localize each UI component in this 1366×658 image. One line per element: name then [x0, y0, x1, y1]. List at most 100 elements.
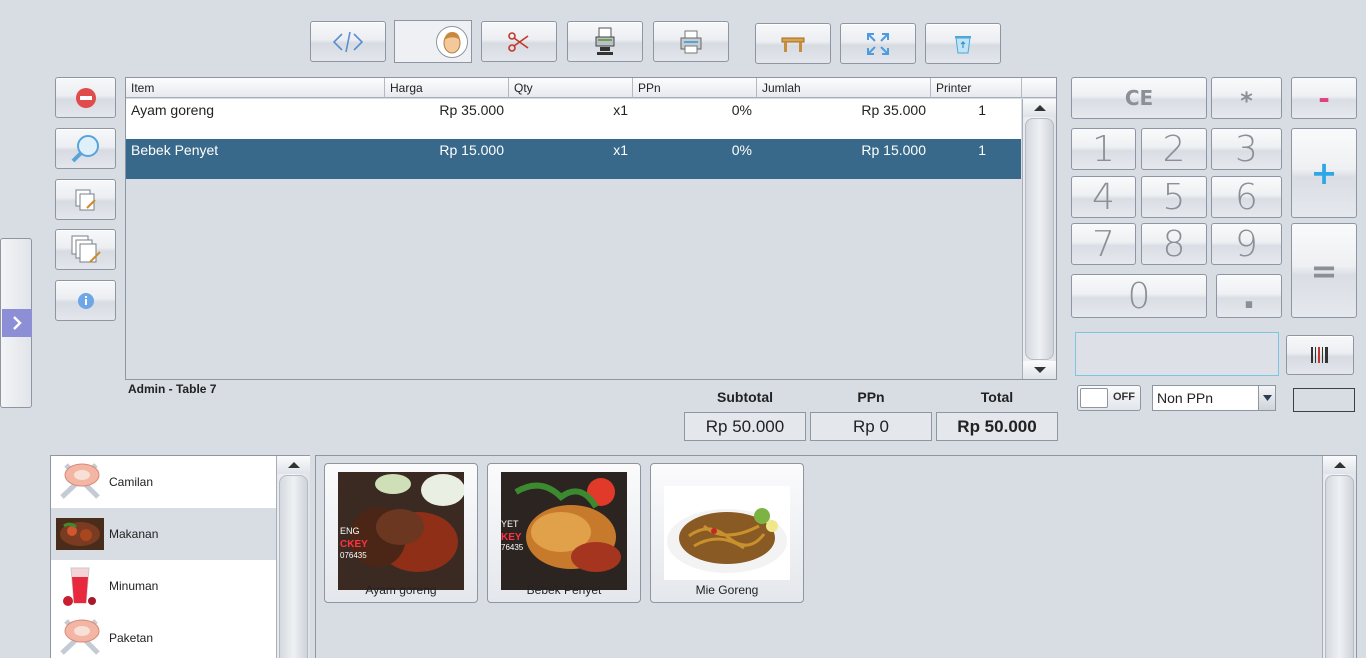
- edit-multiple-button[interactable]: [55, 229, 116, 270]
- edit-line-icon: [75, 189, 96, 210]
- code-button[interactable]: [310, 21, 386, 62]
- digit-2-button[interactable]: 2: [1141, 128, 1207, 170]
- category-label: Camilan: [109, 475, 154, 489]
- fullscreen-icon: [867, 32, 889, 55]
- category-item-paketan[interactable]: Paketan: [51, 612, 276, 658]
- drink-icon: [55, 563, 105, 609]
- table-row[interactable]: Ayam goreng Rp 35.000 x1 0% Rp 35.000 1: [126, 99, 1021, 139]
- scissors-icon: [508, 31, 529, 52]
- category-label: Makanan: [109, 527, 159, 541]
- svg-text:YET: YET: [501, 519, 519, 529]
- category-item-minuman[interactable]: Minuman: [51, 560, 276, 612]
- meat-icon: [55, 459, 105, 505]
- row-harga: Rp 35.000: [439, 102, 504, 118]
- category-label: Paketan: [109, 631, 154, 645]
- ticket-scrollbar[interactable]: [1022, 99, 1056, 379]
- scroll-up-icon[interactable]: [277, 456, 310, 474]
- ticket-empty-area: [126, 179, 1021, 379]
- tax-select[interactable]: Non PPn: [1152, 385, 1276, 411]
- row-item: Ayam goreng: [131, 102, 215, 118]
- tax-select-value: Non PPn: [1157, 390, 1214, 406]
- equals-button[interactable]: =: [1291, 223, 1357, 318]
- delete-line-button[interactable]: [55, 77, 116, 118]
- barcode-button[interactable]: [1286, 335, 1354, 375]
- recycle-bin-icon: [955, 35, 971, 53]
- minus-button[interactable]: -: [1291, 77, 1357, 119]
- meat-icon: [55, 615, 105, 658]
- category-item-camilan[interactable]: Camilan: [51, 456, 276, 508]
- total-value: Rp 50.000: [936, 412, 1058, 441]
- product-image: ENG CKEY 076435: [338, 472, 464, 590]
- customer-button[interactable]: [394, 20, 472, 63]
- fullscreen-button[interactable]: [840, 23, 916, 64]
- printer-button[interactable]: [653, 21, 729, 62]
- digit-8-button[interactable]: 8: [1141, 223, 1207, 265]
- chevron-right-icon: [2, 309, 32, 337]
- status-box: [1293, 388, 1355, 412]
- digit-1-button[interactable]: 1: [1071, 128, 1136, 170]
- digit-0-button[interactable]: 0: [1071, 274, 1207, 318]
- info-button[interactable]: [55, 280, 116, 321]
- info-icon: [77, 292, 94, 309]
- barcode-input[interactable]: [1075, 332, 1279, 376]
- svg-text:CKEY: CKEY: [340, 539, 368, 550]
- header-corner: [1021, 78, 1056, 98]
- category-scrollbar[interactable]: [276, 456, 310, 658]
- recycle-button[interactable]: [925, 23, 1001, 64]
- digit-3-button[interactable]: 3: [1211, 128, 1282, 170]
- col-item[interactable]: Item: [126, 78, 385, 98]
- dish-icon: [55, 511, 105, 557]
- table-row-selected[interactable]: Bebek Penyet Rp 15.000 x1 0% Rp 15.000 1: [126, 139, 1021, 179]
- decimal-button[interactable]: .: [1216, 274, 1282, 318]
- product-label: Bebek Penyet: [526, 583, 602, 597]
- scroll-thumb[interactable]: [1325, 475, 1354, 658]
- product-mie-goreng[interactable]: Mie Goreng: [650, 463, 804, 603]
- scroll-thumb[interactable]: [1025, 118, 1054, 360]
- col-qty[interactable]: Qty: [509, 78, 633, 98]
- scroll-down-icon[interactable]: [1023, 361, 1056, 379]
- svg-text:76435: 76435: [501, 543, 524, 552]
- row-printer: 1: [978, 102, 986, 118]
- table-button[interactable]: [755, 23, 831, 64]
- scroll-thumb[interactable]: [279, 475, 308, 658]
- row-item: Bebek Penyet: [131, 142, 219, 158]
- chevron-down-icon[interactable]: [1258, 386, 1275, 410]
- print-receipt-button[interactable]: [567, 21, 643, 62]
- product-bebek-penyet[interactable]: YET KEY 76435 Bebek Penyet: [487, 463, 641, 603]
- col-jumlah[interactable]: Jumlah: [757, 78, 931, 98]
- col-printer[interactable]: Printer: [931, 78, 1021, 98]
- ce-button[interactable]: CE: [1071, 77, 1207, 119]
- digit-4-button[interactable]: 4: [1071, 176, 1136, 218]
- category-item-makanan[interactable]: Makanan: [51, 508, 276, 560]
- ticket-table: Item Harga Qty PPn Jumlah Printer Ayam g…: [125, 77, 1057, 380]
- scroll-up-icon[interactable]: [1023, 99, 1056, 117]
- digit-7-button[interactable]: 7: [1071, 223, 1136, 265]
- side-panel-toggle[interactable]: [0, 238, 32, 408]
- col-ppn[interactable]: PPn: [633, 78, 757, 98]
- toggle-label: OFF: [1113, 391, 1135, 403]
- scroll-up-icon[interactable]: [1323, 456, 1356, 474]
- ppn-toggle[interactable]: OFF: [1077, 385, 1141, 411]
- split-button[interactable]: [481, 21, 557, 62]
- row-jumlah: Rp 35.000: [861, 102, 926, 118]
- row-harga: Rp 15.000: [439, 142, 504, 158]
- search-button[interactable]: [55, 128, 116, 169]
- digit-9-button[interactable]: 9: [1211, 223, 1282, 265]
- printer-icon: [680, 30, 702, 53]
- col-harga[interactable]: Harga: [385, 78, 509, 98]
- plus-button[interactable]: +: [1291, 128, 1357, 218]
- multiply-button[interactable]: *: [1211, 77, 1282, 119]
- product-ayam-goreng[interactable]: ENG CKEY 076435 Ayam goreng: [324, 463, 478, 603]
- table-icon: [781, 37, 805, 52]
- row-qty: x1: [613, 102, 628, 118]
- product-scrollbar[interactable]: [1322, 456, 1356, 658]
- subtotal-label: Subtotal: [717, 389, 773, 405]
- digit-6-button[interactable]: 6: [1211, 176, 1282, 218]
- digit-5-button[interactable]: 5: [1141, 176, 1207, 218]
- ppn-label: PPn: [857, 389, 885, 405]
- edit-line-button[interactable]: [55, 179, 116, 220]
- ticket-header: Item Harga Qty PPn Jumlah Printer: [126, 78, 1021, 98]
- ticket-status: Admin - Table 7: [128, 382, 217, 396]
- edit-multiple-icon: [71, 235, 101, 263]
- customer-avatar-icon: [436, 26, 468, 58]
